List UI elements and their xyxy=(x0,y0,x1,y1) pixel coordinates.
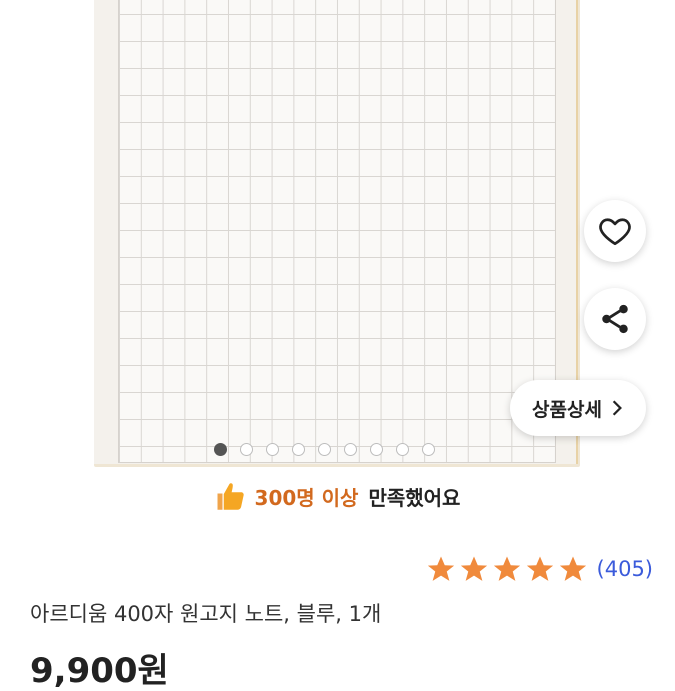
satisfaction-banner: 300명 이상 만족했어요 xyxy=(0,474,675,518)
satisfaction-text: 만족했어요 xyxy=(368,485,461,510)
star-icon xyxy=(427,556,454,581)
pagination-dot[interactable] xyxy=(344,443,357,456)
pagination-dot[interactable] xyxy=(422,443,435,456)
star-icon xyxy=(526,556,553,581)
pagination-dot[interactable] xyxy=(292,443,305,456)
product-detail-button[interactable]: 상품상세 xyxy=(510,380,646,436)
pagination-dot[interactable] xyxy=(370,443,383,456)
product-image-gallery[interactable]: 상품상세 xyxy=(0,0,675,470)
thumbs-up-icon xyxy=(217,483,244,510)
pagination-dot[interactable] xyxy=(214,443,227,456)
product-title: 아르디움 400자 원고지 노트, 블루, 1개 xyxy=(30,602,382,626)
pagination-dot[interactable] xyxy=(318,443,331,456)
rating-summary[interactable]: (405) xyxy=(426,552,653,586)
heart-outline-icon xyxy=(599,218,631,246)
share-icon xyxy=(602,304,628,334)
star-icon xyxy=(493,556,520,581)
pagination-dot[interactable] xyxy=(266,443,279,456)
gallery-pagination[interactable] xyxy=(214,443,435,456)
pagination-dot[interactable] xyxy=(396,443,409,456)
wishlist-button[interactable] xyxy=(584,200,646,262)
review-count-link[interactable]: (405) xyxy=(597,557,653,581)
star-icon xyxy=(460,556,487,581)
pagination-dot[interactable] xyxy=(240,443,253,456)
star-icon xyxy=(559,556,586,581)
satisfaction-count: 300명 이상 xyxy=(254,485,359,510)
chevron-right-icon xyxy=(612,400,622,416)
share-button[interactable] xyxy=(584,288,646,350)
product-price: 9,900원 xyxy=(30,651,169,691)
product-detail-label: 상품상세 xyxy=(532,398,602,421)
manuscript-grid-image xyxy=(118,0,556,463)
